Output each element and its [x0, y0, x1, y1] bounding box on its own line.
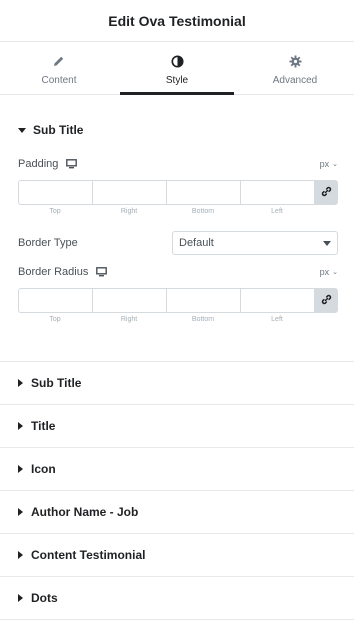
tabs-bar: Content Style Advanced [0, 42, 354, 95]
chevron-down-icon: ⌄ [332, 269, 338, 276]
tab-advanced[interactable]: Advanced [236, 42, 354, 94]
chevron-down-icon: ⌄ [332, 161, 338, 168]
padding-label: Padding [18, 158, 59, 170]
tab-style[interactable]: Style [118, 42, 236, 95]
link-values-button[interactable] [314, 288, 338, 313]
accordion-content-testimonial[interactable]: Content Testimonial [0, 534, 354, 577]
border-radius-label-row: Border Radius px ⌄ [18, 266, 338, 278]
border-type-select[interactable]: Default [172, 231, 338, 255]
link-icon [321, 292, 332, 310]
padding-inputs [18, 180, 338, 205]
border-radius-label: Border Radius [18, 266, 89, 278]
section-title: Sub Title [33, 123, 84, 137]
radius-top-input[interactable] [18, 288, 92, 313]
border-type-row: Border Type Default [18, 231, 338, 255]
accordion-title[interactable]: Title [0, 405, 354, 448]
contrast-icon [170, 54, 184, 68]
caret-right-icon [18, 551, 23, 559]
caret-right-icon [18, 465, 23, 473]
border-radius-unit-select[interactable]: px ⌄ [320, 267, 338, 277]
padding-left-input[interactable] [240, 180, 314, 205]
section-header[interactable]: Sub Title [18, 123, 83, 137]
pencil-icon [52, 54, 66, 68]
link-icon [321, 184, 332, 202]
padding-unit-select[interactable]: px ⌄ [320, 159, 338, 169]
dropdown-arrow-icon [323, 240, 331, 246]
caret-right-icon [18, 594, 23, 602]
padding-top-input[interactable] [18, 180, 92, 205]
padding-label-row: Padding px ⌄ [18, 158, 338, 170]
tab-style-label: Style [165, 75, 189, 86]
sub-title-section: Sub Title Padding px ⌄ Top Right Bottom L… [0, 95, 354, 362]
caret-down-icon [18, 127, 26, 133]
accordion-sub-title[interactable]: Sub Title [0, 362, 354, 405]
desktop-icon[interactable] [66, 159, 78, 169]
panel-title: Edit Ova Testimonial [108, 12, 246, 29]
border-radius-inputs [18, 288, 338, 313]
padding-bottom-input[interactable] [166, 180, 240, 205]
border-radius-field-labels: Top Right Bottom Left [49, 316, 283, 323]
radius-bottom-input[interactable] [166, 288, 240, 313]
padding-field-labels: Top Right Bottom Left [49, 208, 283, 215]
tab-content[interactable]: Content [0, 42, 118, 94]
desktop-icon[interactable] [96, 267, 108, 277]
caret-right-icon [18, 508, 23, 516]
tab-advanced-label: Advanced [272, 75, 318, 86]
radius-left-input[interactable] [240, 288, 314, 313]
gear-icon [288, 54, 302, 68]
accordion-dots[interactable]: Dots [0, 577, 354, 620]
caret-right-icon [18, 422, 23, 430]
accordion-author-name-job[interactable]: Author Name - Job [0, 491, 354, 534]
panel-header: Edit Ova Testimonial [0, 0, 354, 42]
padding-right-input[interactable] [92, 180, 166, 205]
radius-right-input[interactable] [92, 288, 166, 313]
link-values-button[interactable] [314, 180, 338, 205]
border-type-label: Border Type [18, 237, 78, 249]
caret-right-icon [18, 379, 23, 387]
accordion-icon[interactable]: Icon [0, 448, 354, 491]
tab-content-label: Content [41, 75, 77, 86]
